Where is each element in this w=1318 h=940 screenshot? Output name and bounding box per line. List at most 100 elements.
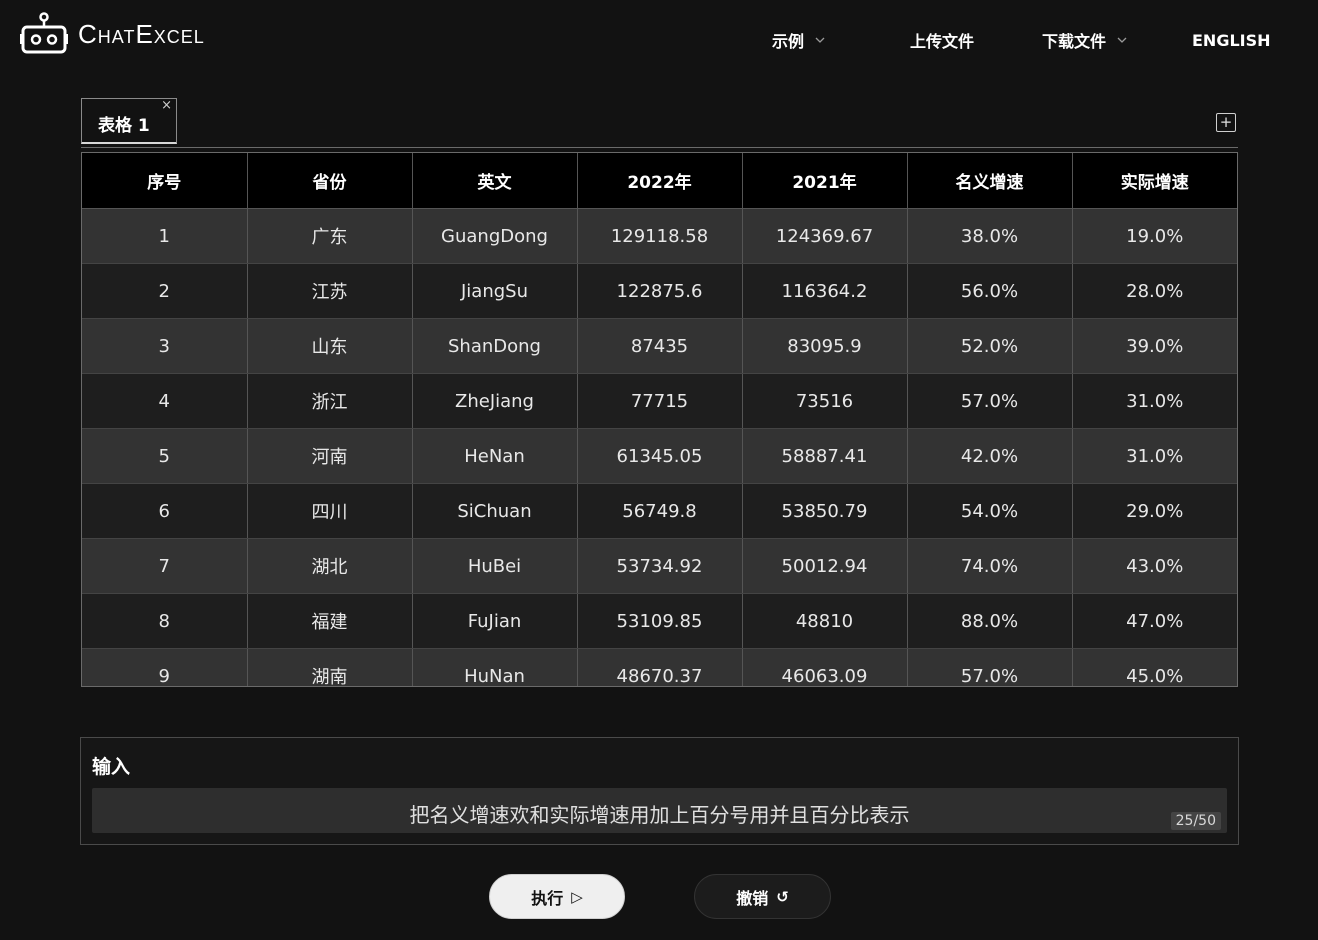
table-cell[interactable]: 116364.2 (742, 263, 908, 319)
close-icon[interactable]: × (161, 99, 172, 113)
table-cell[interactable]: 河南 (247, 428, 413, 484)
table-cell[interactable]: 7 (82, 538, 248, 594)
nav-upload-file[interactable]: 上传文件 (910, 28, 974, 52)
table-row[interactable]: 5 河南 HeNan 61345.05 58887.41 42.0% 31.0% (82, 428, 1237, 484)
table-cell[interactable]: 47.0% (1072, 593, 1237, 649)
table-cell[interactable]: 88.0% (907, 593, 1073, 649)
table-cell[interactable]: HuBei (412, 538, 578, 594)
table-cell[interactable]: 53734.92 (577, 538, 743, 594)
table-cell[interactable]: FuJian (412, 593, 578, 649)
run-button[interactable]: 执行 ▷ (489, 874, 625, 919)
table-cell[interactable]: 53850.79 (742, 483, 908, 539)
table-cell[interactable]: GuangDong (412, 208, 578, 264)
table-cell[interactable]: 28.0% (1072, 263, 1237, 319)
table-row[interactable]: 1 广东 GuangDong 129118.58 124369.67 38.0% 19.0% (82, 208, 1237, 264)
nav-download-file[interactable]: 下载文件 (1042, 28, 1128, 52)
table-cell[interactable]: 50012.94 (742, 538, 908, 594)
table-cell[interactable]: 73516 (742, 373, 908, 429)
table-cell[interactable]: 61345.05 (577, 428, 743, 484)
table-cell[interactable]: 45.0% (1072, 648, 1237, 686)
table-cell[interactable]: 9 (82, 648, 248, 686)
table-cell[interactable]: 四川 (247, 483, 413, 539)
table-cell[interactable]: 83095.9 (742, 318, 908, 374)
table-row[interactable]: 7 湖北 HuBei 53734.92 50012.94 74.0% 43.0% (82, 538, 1237, 594)
column-header[interactable]: 省份 (247, 153, 413, 209)
table-cell[interactable]: 124369.67 (742, 208, 908, 264)
table-cell[interactable]: 74.0% (907, 538, 1073, 594)
nav-upload-label: 上传文件 (910, 32, 975, 51)
table-cell[interactable]: 48670.37 (577, 648, 743, 686)
table-cell[interactable]: 57.0% (907, 373, 1073, 429)
plus-icon: + (1219, 113, 1233, 131)
table-cell[interactable]: 39.0% (1072, 318, 1237, 374)
table-cell[interactable]: 87435 (577, 318, 743, 374)
chevron-down-icon (815, 37, 825, 43)
table-cell[interactable]: 2 (82, 263, 248, 319)
table-row[interactable]: 4 浙江 ZheJiang 77715 73516 57.0% 31.0% (82, 373, 1237, 429)
table-cell[interactable]: ShanDong (412, 318, 578, 374)
chevron-down-icon (1117, 37, 1127, 43)
table-cell[interactable]: 42.0% (907, 428, 1073, 484)
table-cell[interactable]: 122875.6 (577, 263, 743, 319)
table-cell[interactable]: 129118.58 (577, 208, 743, 264)
table-cell[interactable]: 福建 (247, 593, 413, 649)
nav-download-label: 下载文件 (1042, 32, 1107, 51)
column-header[interactable]: 2022年 (577, 153, 743, 209)
table-cell[interactable]: 54.0% (907, 483, 1073, 539)
robot-icon (20, 12, 68, 54)
table-cell[interactable]: 57.0% (907, 648, 1073, 686)
column-header[interactable]: 名义增速 (907, 153, 1073, 209)
table-row[interactable]: 3 山东 ShanDong 87435 83095.9 52.0% 39.0% (82, 318, 1237, 374)
table-cell[interactable]: 58887.41 (742, 428, 908, 484)
table-cell[interactable]: 38.0% (907, 208, 1073, 264)
table-cell[interactable]: 43.0% (1072, 538, 1237, 594)
tabbar-divider (81, 147, 1238, 148)
command-input[interactable]: 把名义增速欢和实际增速用加上百分号用并且百分比表示 25/50 (92, 788, 1227, 833)
table-cell[interactable]: ZheJiang (412, 373, 578, 429)
input-panel: 输入 把名义增速欢和实际增速用加上百分号用并且百分比表示 25/50 (80, 737, 1239, 845)
add-tab-button[interactable]: + (1216, 113, 1236, 132)
tab-sheet-1[interactable]: 表格 1 × (81, 98, 177, 144)
column-header[interactable]: 2021年 (742, 153, 908, 209)
table-cell[interactable]: 江苏 (247, 263, 413, 319)
logo-text: ChatExcel (78, 18, 205, 49)
table-cell[interactable]: HeNan (412, 428, 578, 484)
table-cell[interactable]: HuNan (412, 648, 578, 686)
table-cell[interactable]: 77715 (577, 373, 743, 429)
table-cell[interactable]: 6 (82, 483, 248, 539)
column-header[interactable]: 英文 (412, 153, 578, 209)
table-cell[interactable]: 53109.85 (577, 593, 743, 649)
data-table-container[interactable]: 序号 省份 英文 2022年 2021年 名义增速 实际增速 1 广东 GuangDong 129… (81, 152, 1238, 687)
table-cell[interactable]: JiangSu (412, 263, 578, 319)
table-cell[interactable]: 5 (82, 428, 248, 484)
table-cell[interactable]: 4 (82, 373, 248, 429)
table-cell[interactable]: 48810 (742, 593, 908, 649)
table-cell[interactable]: 湖北 (247, 538, 413, 594)
table-row[interactable]: 6 四川 SiChuan 56749.8 53850.79 54.0% 29.0% (82, 483, 1237, 539)
table-cell[interactable]: 8 (82, 593, 248, 649)
table-cell[interactable]: SiChuan (412, 483, 578, 539)
table-cell[interactable]: 31.0% (1072, 373, 1237, 429)
nav-language-switch[interactable]: ENGLISH (1192, 28, 1271, 52)
table-cell[interactable]: 广东 (247, 208, 413, 264)
table-row[interactable]: 9 湖南 HuNan 48670.37 46063.09 57.0% 45.0% (82, 648, 1237, 686)
column-header[interactable]: 序号 (82, 153, 248, 209)
app-logo[interactable]: ChatExcel (20, 12, 205, 56)
table-cell[interactable]: 19.0% (1072, 208, 1237, 264)
table-cell[interactable]: 山东 (247, 318, 413, 374)
table-cell[interactable]: 56749.8 (577, 483, 743, 539)
table-cell[interactable]: 46063.09 (742, 648, 908, 686)
table-cell[interactable]: 29.0% (1072, 483, 1237, 539)
table-cell[interactable]: 湖南 (247, 648, 413, 686)
table-row[interactable]: 2 江苏 JiangSu 122875.6 116364.2 56.0% 28.0% (82, 263, 1237, 319)
table-row[interactable]: 8 福建 FuJian 53109.85 48810 88.0% 47.0% (82, 593, 1237, 649)
table-cell[interactable]: 31.0% (1072, 428, 1237, 484)
table-cell[interactable]: 56.0% (907, 263, 1073, 319)
table-cell[interactable]: 52.0% (907, 318, 1073, 374)
column-header[interactable]: 实际增速 (1072, 153, 1237, 209)
undo-button[interactable]: 撤销 ↺ (694, 874, 831, 919)
table-cell[interactable]: 1 (82, 208, 248, 264)
table-cell[interactable]: 3 (82, 318, 248, 374)
table-cell[interactable]: 浙江 (247, 373, 413, 429)
nav-examples[interactable]: 示例 (772, 28, 826, 52)
